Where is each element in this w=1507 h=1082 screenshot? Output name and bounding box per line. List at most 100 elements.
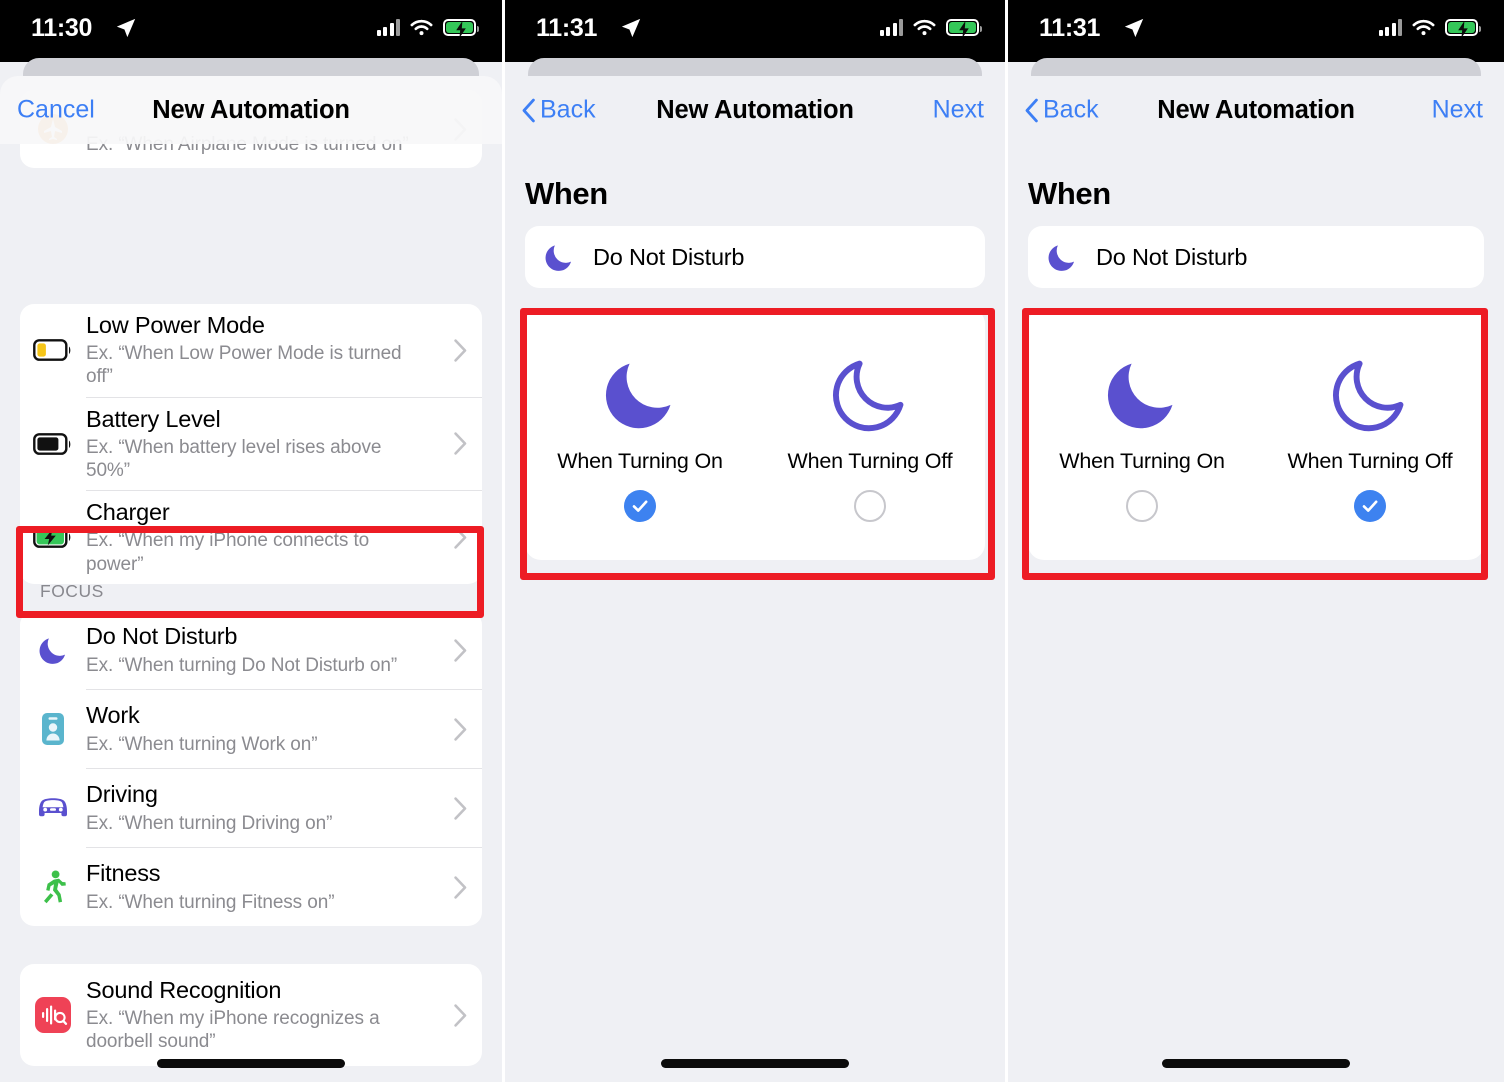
selected-trigger-card[interactable]: Do Not Disturb — [525, 226, 985, 288]
low-power-battery-icon — [20, 339, 86, 362]
moon-icon — [1028, 240, 1096, 274]
list-item-title: Battery Level — [86, 405, 221, 432]
back-button-label: Back — [540, 95, 596, 124]
sidebar-item-driving[interactable]: Driving Ex. “When turning Driving on” — [20, 769, 482, 847]
cellular-bars-icon — [376, 18, 400, 36]
wifi-icon — [1412, 19, 1435, 36]
modal-sheet: Back New Automation Next When Do Not Dis… — [1008, 76, 1504, 1082]
status-bar: 11:31 — [505, 0, 1005, 62]
battery-charging-icon — [946, 18, 982, 38]
moon-filled-icon — [1099, 347, 1185, 439]
status-indicators — [879, 18, 982, 38]
trigger-scroll-area[interactable]: Airplane Mode Ex. “When Airplane Mode is… — [0, 76, 502, 1082]
back-button[interactable]: Back — [1025, 96, 1099, 125]
page-title: New Automation — [152, 95, 350, 124]
cancel-button[interactable]: Cancel — [17, 96, 95, 125]
list-item[interactable]: Low Power Mode Ex. “When Low Power Mode … — [20, 304, 482, 397]
panel-when-turning-off: 11:31 Back New Automation Next When Do N… — [1005, 0, 1504, 1082]
list-item-subtitle: Ex. “When turning Fitness on” — [86, 891, 335, 913]
focus-section: FOCUS Do Not Disturb Ex. “When turning D… — [0, 581, 502, 926]
moon-icon — [20, 633, 86, 667]
choice-radio-selected[interactable] — [624, 489, 656, 522]
selected-trigger-label: Do Not Disturb — [1096, 243, 1248, 270]
choice-when-turning-on[interactable]: When Turning On — [1028, 347, 1256, 522]
cancel-button-label: Cancel — [17, 95, 95, 124]
car-icon — [20, 795, 86, 821]
work-badge-icon — [20, 711, 86, 747]
location-arrow-icon — [116, 18, 136, 38]
list-item-subtitle: Ex. “When battery level rises above 50%” — [86, 436, 382, 482]
list-item-text: Driving Ex. “When turning Driving on” — [86, 781, 438, 834]
list-item-text: Work Ex. “When turning Work on” — [86, 702, 438, 755]
moon-outline-icon — [1327, 347, 1413, 439]
navigation-bar: Cancel New Automation — [0, 76, 502, 144]
navigation-bar: Back New Automation Next — [1008, 76, 1504, 144]
list-item-text: Battery Level Ex. “When battery level ri… — [86, 406, 438, 483]
home-indicator — [157, 1059, 345, 1068]
status-time: 11:31 — [536, 14, 598, 42]
panel-when-turning-on: 11:31 Back New Automation Next When Do N… — [502, 0, 1005, 1082]
list-item[interactable]: Charger Ex. “When my iPhone connects to … — [20, 491, 482, 584]
home-indicator — [1162, 1059, 1350, 1068]
sidebar-item-fitness[interactable]: Fitness Ex. “When turning Fitness on” — [20, 848, 482, 926]
cellular-bars-icon — [1378, 18, 1402, 36]
choice-radio-selected[interactable] — [1354, 489, 1386, 522]
battery-charging-icon — [1445, 18, 1481, 38]
choice-label: When Turning Off — [787, 448, 953, 473]
list-item-title: Do Not Disturb — [86, 623, 238, 650]
sidebar-item-work[interactable]: Work Ex. “When turning Work on” — [20, 690, 482, 768]
chevron-left-icon — [1025, 98, 1038, 122]
status-time: 11:31 — [1039, 14, 1101, 42]
selected-trigger-card[interactable]: Do Not Disturb — [1028, 226, 1484, 288]
page-title: New Automation — [656, 95, 854, 124]
list-item-subtitle: Ex. “When turning Driving on” — [86, 812, 333, 834]
section-heading-when: When — [1028, 176, 1111, 211]
list-item-subtitle: Ex. “When turning Work on” — [86, 733, 318, 755]
back-button[interactable]: Back — [522, 96, 596, 125]
chevron-right-icon — [438, 526, 482, 549]
section-header-focus: FOCUS — [40, 581, 104, 601]
list-item[interactable]: Battery Level Ex. “When battery level ri… — [20, 398, 482, 491]
chevron-right-icon — [438, 875, 482, 899]
selected-trigger-label: Do Not Disturb — [593, 243, 745, 270]
status-indicators — [1378, 18, 1481, 38]
choice-label: When Turning On — [557, 448, 723, 473]
choice-when-turning-off[interactable]: When Turning Off — [1256, 347, 1484, 522]
trigger-card-focus: Do Not Disturb Ex. “When turning Do Not … — [20, 611, 482, 926]
list-item-subtitle: Ex. “When my iPhone recognizes a doorbel… — [86, 1007, 380, 1053]
list-item-subtitle: Ex. “When turning Do Not Disturb on” — [86, 654, 398, 676]
back-button-label: Back — [1043, 95, 1099, 124]
running-person-icon — [20, 869, 86, 905]
sidebar-item-sound-recognition[interactable]: Sound Recognition Ex. “When my iPhone re… — [20, 964, 482, 1066]
list-item-text: Do Not Disturb Ex. “When turning Do Not … — [86, 623, 438, 676]
chevron-right-icon — [438, 339, 482, 362]
choice-radio-unselected[interactable] — [1126, 489, 1158, 522]
wifi-icon — [913, 19, 936, 36]
chevron-right-icon — [438, 796, 482, 820]
status-indicators — [376, 18, 479, 38]
wifi-icon — [410, 19, 433, 36]
sidebar-item-do-not-disturb[interactable]: Do Not Disturb Ex. “When turning Do Not … — [20, 611, 482, 689]
page-title: New Automation — [1157, 95, 1355, 124]
choice-when-turning-on[interactable]: When Turning On — [525, 347, 755, 522]
trigger-card-power: Low Power Mode Ex. “When Low Power Mode … — [20, 304, 482, 584]
chevron-right-icon — [438, 638, 482, 662]
modal-sheet: Airplane Mode Ex. “When Airplane Mode is… — [0, 76, 502, 1082]
list-item-text: Low Power Mode Ex. “When Low Power Mode … — [86, 312, 438, 389]
next-button[interactable]: Next — [1432, 96, 1483, 125]
choice-label: When Turning On — [1059, 448, 1225, 473]
status-time: 11:30 — [31, 14, 93, 42]
navigation-bar: Back New Automation Next — [505, 76, 1005, 144]
next-button[interactable]: Next — [933, 96, 984, 125]
list-item-text: Charger Ex. “When my iPhone connects to … — [86, 499, 438, 576]
cellular-bars-icon — [879, 18, 903, 36]
chevron-right-icon — [438, 717, 482, 741]
list-item-title: Fitness — [86, 860, 161, 887]
choice-radio-unselected[interactable] — [854, 489, 886, 522]
status-bar: 11:30 — [0, 0, 502, 62]
moon-filled-icon — [597, 347, 683, 439]
location-arrow-icon — [621, 18, 641, 38]
turning-on-off-choice-card: When Turning On When Turning Off — [1028, 308, 1484, 560]
choice-when-turning-off[interactable]: When Turning Off — [755, 347, 985, 522]
list-item-subtitle: Ex. “When my iPhone connects to power” — [86, 530, 370, 575]
